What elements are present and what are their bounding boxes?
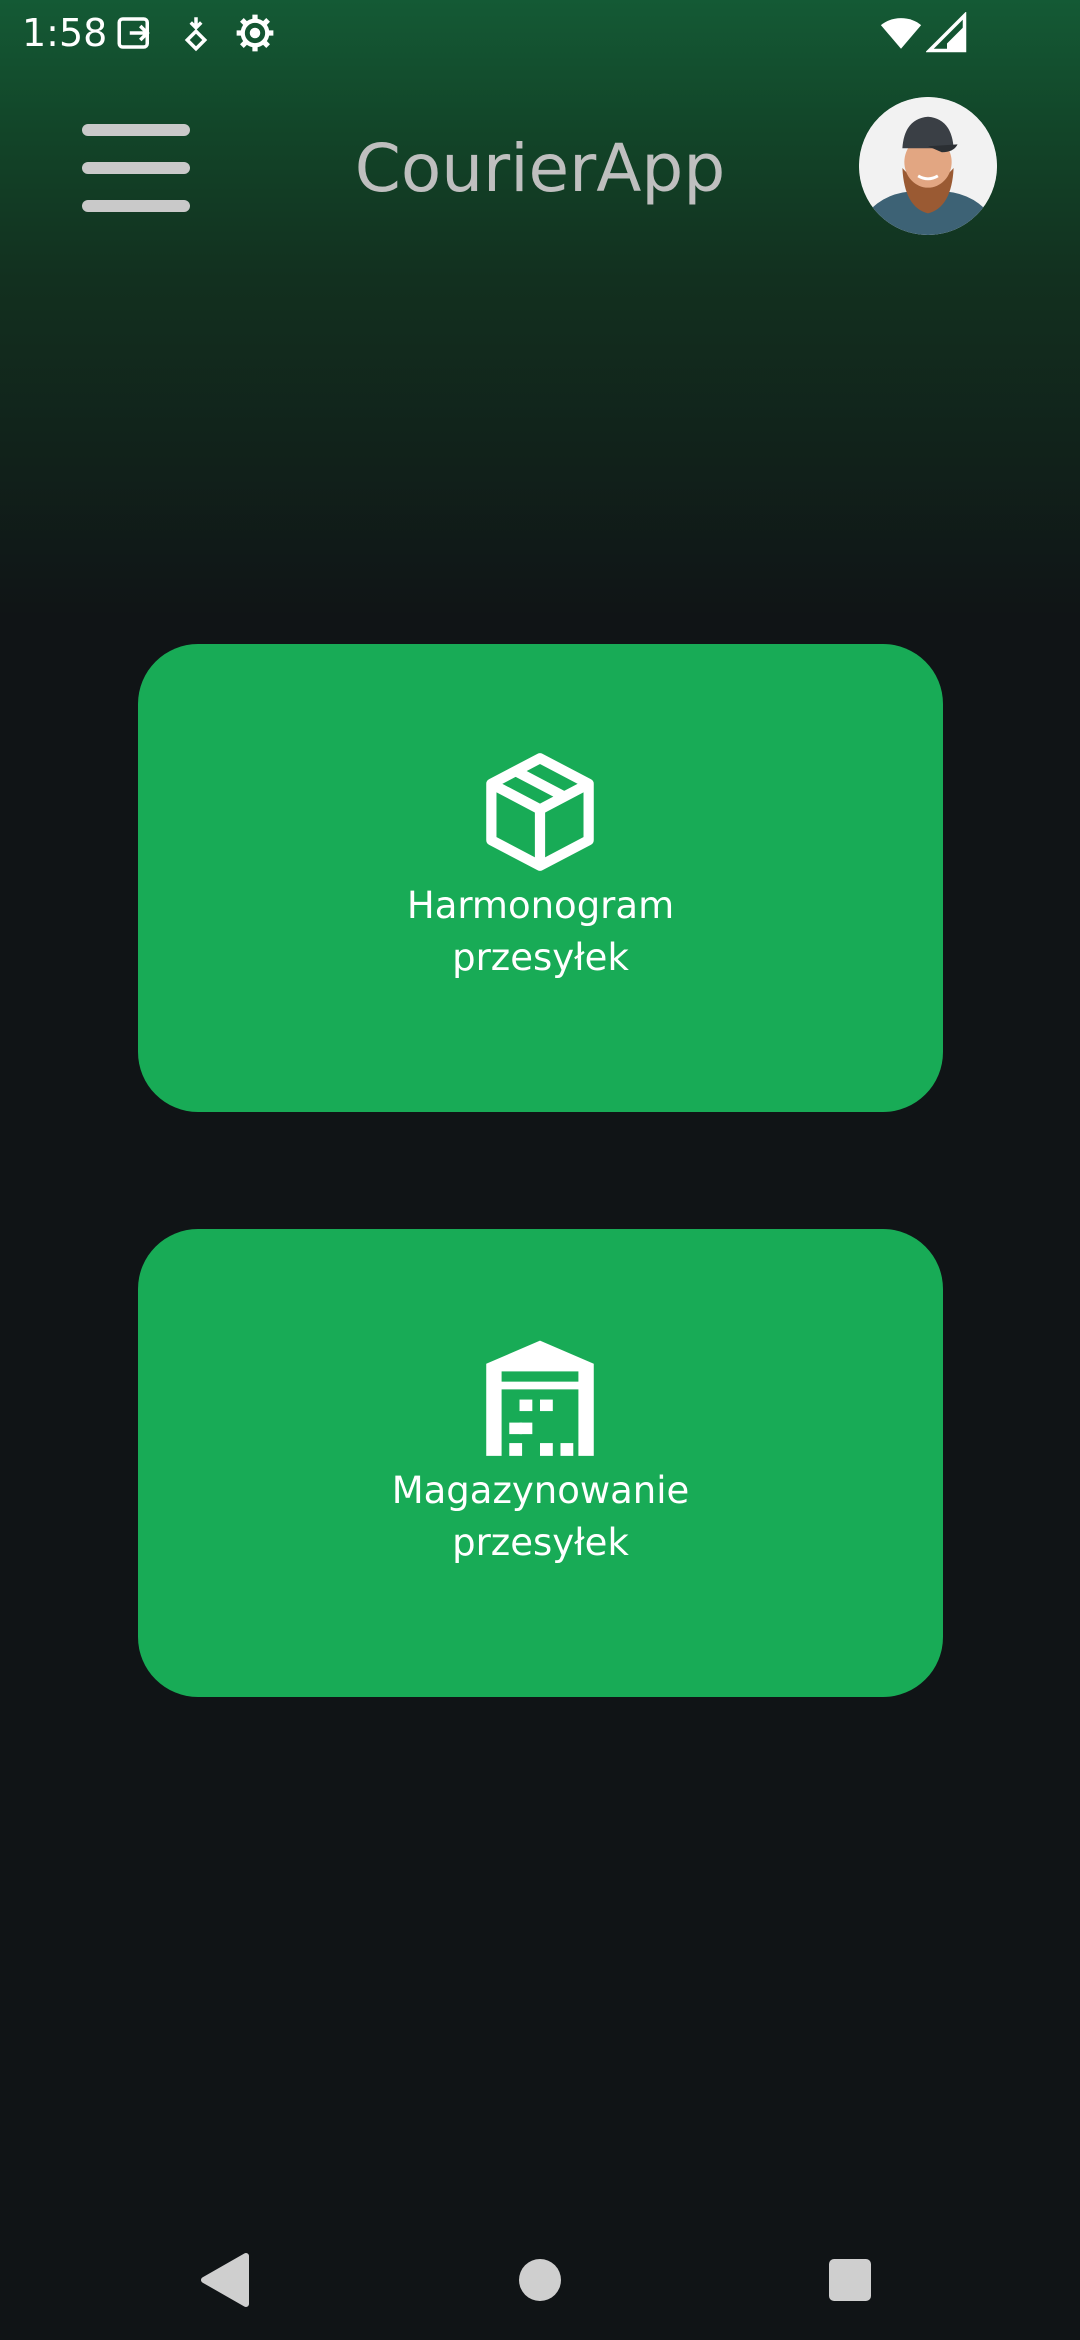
shipment-schedule-card[interactable]: Harmonogram przesyłek	[138, 644, 943, 1112]
user-avatar[interactable]	[859, 97, 997, 235]
settings-gear-icon	[234, 12, 276, 54]
package-box-icon	[476, 748, 604, 876]
location-pin-icon	[175, 12, 217, 54]
card-label-line1: Harmonogram	[406, 884, 675, 927]
shipment-storage-card[interactable]: Magazynowanie przesyłek	[138, 1229, 943, 1697]
cellular-signal-icon	[926, 12, 968, 54]
app-title: CourierApp	[354, 130, 726, 207]
card-label-line1: Magazynowanie	[391, 1469, 690, 1512]
screen-share-icon	[114, 12, 156, 54]
card-label: Harmonogram przesyłek	[138, 880, 943, 984]
status-bar: 1:58	[0, 0, 1080, 66]
card-label: Magazynowanie przesyłek	[138, 1465, 943, 1569]
home-icon[interactable]	[500, 2240, 580, 2320]
warehouse-icon	[476, 1333, 604, 1461]
menu-button[interactable]	[78, 120, 194, 216]
wifi-icon	[880, 12, 922, 54]
back-icon[interactable]	[186, 2240, 266, 2320]
system-navigation-bar	[0, 2220, 1080, 2340]
recents-icon[interactable]	[810, 2240, 890, 2320]
card-label-line2: przesyłek	[452, 936, 629, 979]
header-gradient-background	[0, 0, 1080, 620]
status-time: 1:58	[22, 11, 108, 55]
card-label-line2: przesyłek	[452, 1521, 629, 1564]
